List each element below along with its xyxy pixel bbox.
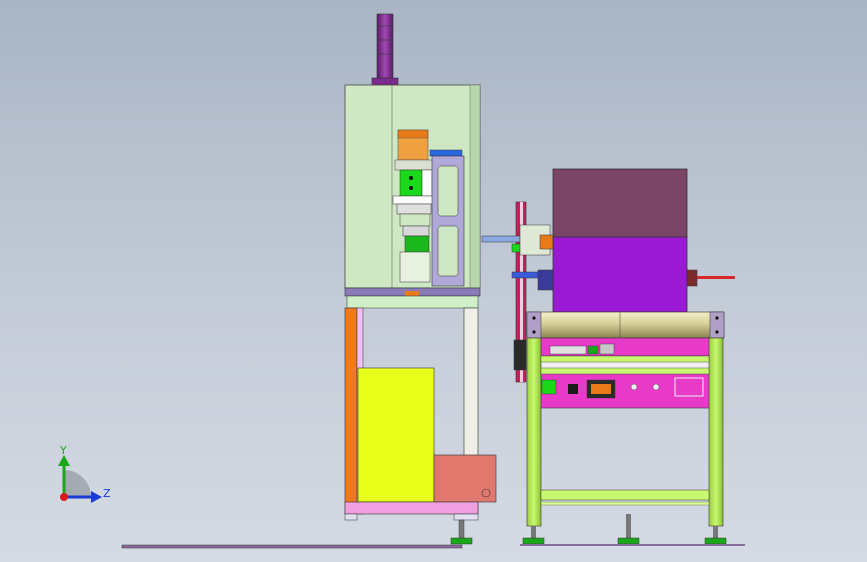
leveling-foot: [704, 526, 727, 545]
machine-assembly-drawing: Y Z: [58, 13, 745, 549]
x-axis-point: [60, 493, 68, 501]
top-cover-box: [552, 168, 688, 238]
left-machine: [344, 13, 497, 545]
table-plate: [344, 287, 481, 309]
y-axis-label: Y: [59, 444, 67, 457]
stack-light: [371, 13, 399, 86]
right-machine: [481, 168, 745, 546]
view-orientation-triad[interactable]: Y Z: [58, 444, 111, 503]
triad-plane: [64, 470, 91, 497]
ground-line-right: [520, 544, 745, 546]
z-arrow-icon: [91, 491, 102, 503]
mounting-bracket: [431, 155, 465, 287]
motor-box: [537, 236, 735, 313]
lower-frame: [344, 307, 497, 521]
leveling-foot: [617, 514, 640, 545]
roller: [526, 311, 725, 339]
cad-viewport[interactable]: Y Z: [0, 0, 867, 562]
z-axis-label: Z: [103, 487, 111, 500]
leveling-foot: [522, 526, 545, 545]
ground-line: [121, 544, 463, 549]
leveling-foot: [450, 519, 473, 545]
